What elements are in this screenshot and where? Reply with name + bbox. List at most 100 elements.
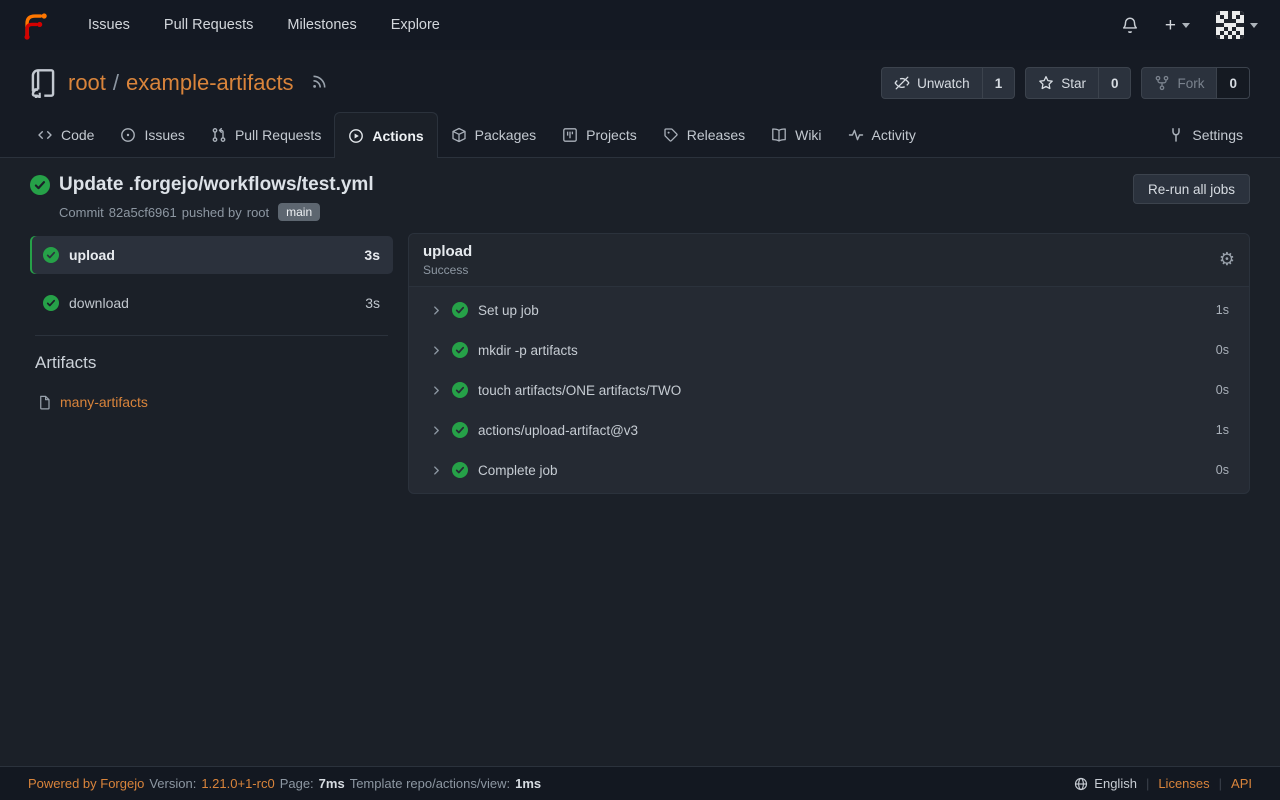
chevron-right-icon bbox=[431, 305, 442, 316]
tab-issues[interactable]: Issues bbox=[107, 112, 197, 157]
user-menu[interactable] bbox=[1216, 11, 1258, 39]
stars-count[interactable]: 0 bbox=[1098, 68, 1131, 98]
job-duration: 3s bbox=[364, 247, 380, 263]
template-time: 1ms bbox=[515, 776, 541, 791]
tab-releases[interactable]: Releases bbox=[650, 112, 758, 157]
tab-label: Actions bbox=[372, 128, 423, 144]
job-status-text: Success bbox=[423, 263, 472, 277]
tab-label: Wiki bbox=[795, 127, 821, 143]
tools-icon bbox=[1168, 127, 1184, 143]
divider: | bbox=[1146, 776, 1149, 791]
step-row-touch[interactable]: touch artifacts/ONE artifacts/TWO 0s bbox=[409, 370, 1249, 410]
jobs-sidebar: upload 3s download 3s Artifacts many-art… bbox=[30, 233, 393, 410]
plus-icon: + bbox=[1165, 16, 1176, 35]
notifications-bell-icon[interactable] bbox=[1121, 16, 1139, 34]
job-detail-panel: upload Success ⚙ Set up job 1s bbox=[408, 233, 1250, 494]
tab-packages[interactable]: Packages bbox=[438, 112, 549, 157]
create-new-dropdown[interactable]: + bbox=[1165, 16, 1190, 35]
run-title: Update .forgejo/workflows/test.yml bbox=[59, 174, 374, 196]
breadcrumb-separator: / bbox=[113, 70, 119, 96]
job-duration: 3s bbox=[365, 295, 380, 311]
tab-label: Issues bbox=[144, 127, 184, 143]
step-name: actions/upload-artifact@v3 bbox=[478, 423, 638, 438]
api-link[interactable]: API bbox=[1231, 776, 1252, 791]
nav-link-explore[interactable]: Explore bbox=[374, 0, 457, 50]
chevron-right-icon bbox=[431, 385, 442, 396]
step-row-complete[interactable]: Complete job 0s bbox=[409, 450, 1249, 490]
repo-tabs: Code Issues Pull Requests Actions bbox=[0, 112, 1280, 158]
step-row-setup[interactable]: Set up job 1s bbox=[409, 290, 1249, 330]
fork-button[interactable]: Fork bbox=[1142, 68, 1216, 98]
step-name: Set up job bbox=[478, 303, 539, 318]
fork-icon bbox=[1154, 75, 1170, 91]
step-name: mkdir -p artifacts bbox=[478, 343, 578, 358]
step-duration: 1s bbox=[1216, 303, 1229, 317]
chevron-right-icon bbox=[431, 465, 442, 476]
version-label: Version: bbox=[149, 776, 196, 791]
steps-list: Set up job 1s mkdir -p artifacts 0s bbox=[409, 287, 1249, 493]
forgejo-logo-icon[interactable] bbox=[22, 10, 49, 40]
commit-author-link[interactable]: root bbox=[247, 205, 269, 220]
step-row-mkdir[interactable]: mkdir -p artifacts 0s bbox=[409, 330, 1249, 370]
chevron-right-icon bbox=[431, 425, 442, 436]
nav-link-issues[interactable]: Issues bbox=[71, 0, 147, 50]
avatar bbox=[1216, 11, 1244, 39]
fork-button-group: Fork 0 bbox=[1141, 67, 1250, 99]
package-icon bbox=[451, 127, 467, 143]
branch-badge[interactable]: main bbox=[278, 203, 320, 221]
licenses-link[interactable]: Licenses bbox=[1158, 776, 1209, 791]
code-icon bbox=[37, 127, 53, 143]
success-check-icon bbox=[452, 422, 468, 438]
tab-wiki[interactable]: Wiki bbox=[758, 112, 834, 157]
file-icon bbox=[37, 395, 52, 410]
commit-sha-link[interactable]: 82a5cf6961 bbox=[109, 205, 177, 220]
forks-count[interactable]: 0 bbox=[1216, 68, 1249, 98]
gear-icon[interactable]: ⚙ bbox=[1219, 251, 1235, 269]
tab-code[interactable]: Code bbox=[24, 112, 107, 157]
tab-settings[interactable]: Settings bbox=[1155, 112, 1256, 157]
job-name: download bbox=[69, 295, 129, 311]
tab-actions[interactable]: Actions bbox=[334, 112, 437, 158]
watch-button-group: Unwatch 1 bbox=[881, 67, 1015, 99]
chevron-down-icon bbox=[1250, 23, 1258, 28]
unwatch-button[interactable]: Unwatch bbox=[882, 68, 982, 98]
tab-label: Settings bbox=[1192, 127, 1243, 143]
repo-name-link[interactable]: example-artifacts bbox=[126, 70, 294, 96]
rss-feed-icon[interactable] bbox=[311, 74, 327, 90]
project-board-icon bbox=[562, 127, 578, 143]
step-name: Complete job bbox=[478, 463, 558, 478]
top-navbar: Issues Pull Requests Milestones Explore … bbox=[0, 0, 1280, 50]
book-icon bbox=[771, 127, 787, 143]
pull-request-icon bbox=[211, 127, 227, 143]
language-menu[interactable]: English bbox=[1074, 776, 1137, 791]
template-label: Template repo/actions/view: bbox=[350, 776, 510, 791]
tab-pull-requests[interactable]: Pull Requests bbox=[198, 112, 334, 157]
watchers-count[interactable]: 1 bbox=[982, 68, 1015, 98]
tab-label: Activity bbox=[872, 127, 916, 143]
success-check-icon bbox=[43, 295, 59, 311]
unwatch-label: Unwatch bbox=[917, 76, 970, 91]
step-row-upload-artifact[interactable]: actions/upload-artifact@v3 1s bbox=[409, 410, 1249, 450]
star-button[interactable]: Star bbox=[1026, 68, 1098, 98]
job-item-download[interactable]: download 3s bbox=[30, 284, 393, 322]
globe-icon bbox=[1074, 777, 1088, 791]
step-duration: 0s bbox=[1216, 383, 1229, 397]
job-item-upload[interactable]: upload 3s bbox=[30, 236, 393, 274]
tab-label: Code bbox=[61, 127, 94, 143]
job-name: upload bbox=[69, 247, 115, 263]
repo-owner-link[interactable]: root bbox=[68, 70, 106, 96]
tab-projects[interactable]: Projects bbox=[549, 112, 650, 157]
artifact-download-link[interactable]: many-artifacts bbox=[60, 394, 148, 410]
nav-link-milestones[interactable]: Milestones bbox=[270, 0, 373, 50]
run-title-block: Update .forgejo/workflows/test.yml Commi… bbox=[30, 174, 374, 221]
tab-activity[interactable]: Activity bbox=[835, 112, 929, 157]
star-icon bbox=[1038, 75, 1054, 91]
divider bbox=[35, 335, 388, 336]
rerun-all-jobs-button[interactable]: Re-run all jobs bbox=[1133, 174, 1250, 204]
nav-link-pull-requests[interactable]: Pull Requests bbox=[147, 0, 270, 50]
version-link[interactable]: 1.21.0+1-rc0 bbox=[201, 776, 274, 791]
tab-label: Releases bbox=[687, 127, 745, 143]
success-check-icon bbox=[30, 175, 50, 195]
actions-run-view: Update .forgejo/workflows/test.yml Commi… bbox=[0, 158, 1280, 766]
powered-by-link[interactable]: Powered by Forgejo bbox=[28, 776, 144, 791]
